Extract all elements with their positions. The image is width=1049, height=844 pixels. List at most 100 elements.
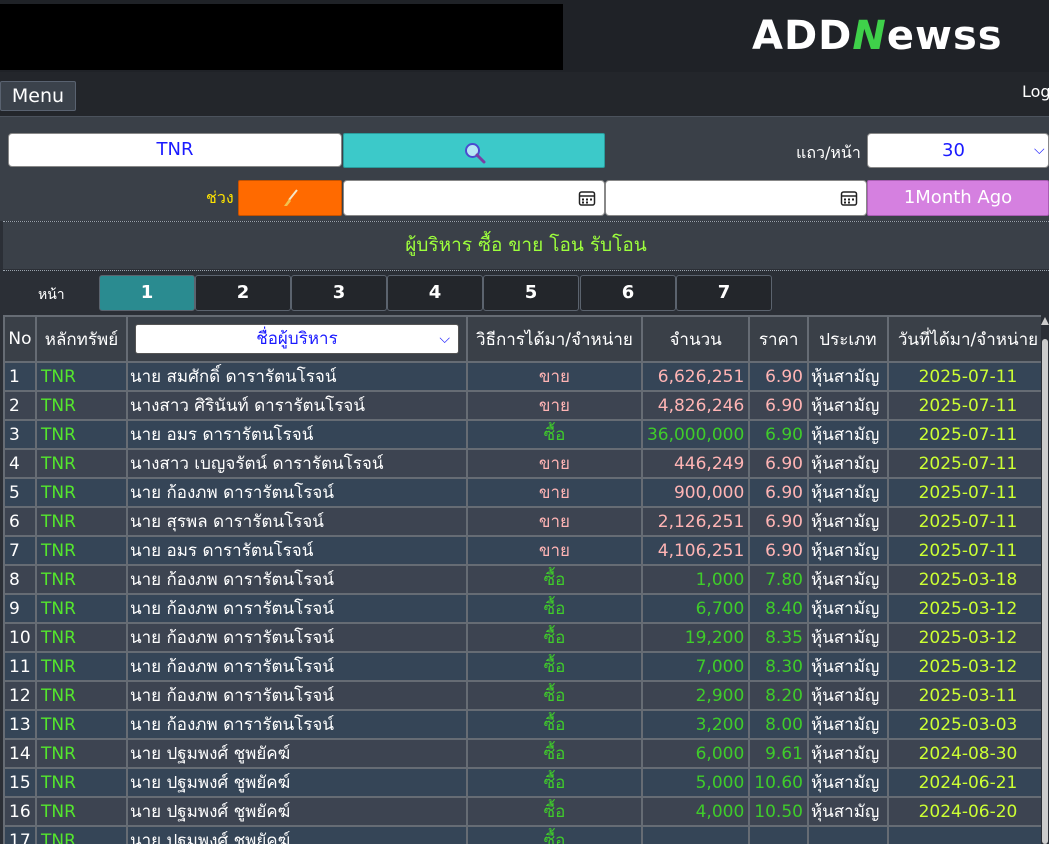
row-executive-name: นาย สุรพล ดารารัตนโรจน์: [125, 506, 468, 537]
rows-per-page-select[interactable]: 30 ⌵: [867, 133, 1049, 168]
broom-icon: [284, 189, 298, 206]
row-no: 16: [3, 796, 37, 827]
row-amount: 2,126,251: [640, 506, 751, 537]
page-button-6[interactable]: 6: [580, 275, 676, 311]
symbol-input[interactable]: TNR: [8, 133, 342, 167]
row-executive-name: นาย อมร ดารารัตนโรจน์: [125, 419, 468, 450]
table-row[interactable]: 7 TNR นาย อมร ดารารัตนโรจน์ ขาย 4,106,251 6.9…: [3, 535, 1049, 566]
row-date: 2025-07-11: [886, 535, 1049, 566]
row-symbol: TNR: [34, 535, 128, 566]
row-class: หุ้นสามัญ: [806, 680, 889, 711]
page-button-4[interactable]: 4: [387, 275, 483, 311]
table-row[interactable]: 12 TNR นาย ก้องภพ ดารารัตนโรจน์ ซื้อ 2,900 8.…: [3, 680, 1049, 711]
table-row[interactable]: 9 TNR นาย ก้องภพ ดารารัตนโรจน์ ซื้อ 6,700 8.4…: [3, 593, 1049, 624]
row-date: 2024-08-30: [886, 738, 1049, 769]
row-symbol: TNR: [34, 390, 128, 421]
row-class: หุ้นสามัญ: [806, 738, 889, 769]
row-class: หุ้นสามัญ: [806, 651, 889, 682]
chevron-down-icon: ⌵: [439, 331, 450, 347]
row-class: หุ้นสามัญ: [806, 419, 889, 450]
calendar-icon: [578, 191, 596, 206]
table-row[interactable]: 2 TNR นางสาว ศิรินันท์ ดารารัตนโรจน์ ขาย 4,8…: [3, 390, 1049, 421]
table-row[interactable]: 8 TNR นาย ก้องภพ ดารารัตนโรจน์ ซื้อ 1,000 7.8…: [3, 564, 1049, 595]
col-header-date[interactable]: วันที่ได้มา/จำหน่าย: [886, 315, 1049, 363]
row-symbol: TNR: [34, 622, 128, 653]
table-row[interactable]: 6 TNR นาย สุรพล ดารารัตนโรจน์ ขาย 2,126,251 6…: [3, 506, 1049, 537]
site-logo[interactable]: ADDNewss: [752, 10, 1003, 62]
table-row[interactable]: 4 TNR นางสาว เบญจรัตน์ ดารารัตนโรจน์ ขาย 446…: [3, 448, 1049, 479]
row-price: 8.35: [748, 622, 809, 653]
search-icon: [465, 143, 486, 164]
row-executive-name: นาย ก้องภพ ดารารัตนโรจน์: [125, 709, 468, 740]
page-button-5[interactable]: 5: [483, 275, 579, 311]
table-scrollbar[interactable]: [1041, 315, 1049, 844]
row-no: 1: [3, 361, 37, 392]
row-symbol: TNR: [34, 593, 128, 624]
row-price: 6.90: [748, 361, 809, 392]
menu-bar: Menu Log: [0, 72, 1049, 116]
table-row[interactable]: 16 TNR นาย ปฐมพงศ์ ชูพยัคฆ์ ซื้อ 4,000 10.50 ห…: [3, 796, 1049, 827]
row-amount: 1,000: [640, 564, 751, 595]
row-method: ซื้อ: [465, 680, 643, 711]
executive-filter-select[interactable]: ชื่อผู้บริหาร ⌵: [134, 324, 459, 354]
table-row[interactable]: 11 TNR นาย ก้องภพ ดารารัตนโรจน์ ซื้อ 7,000 8.…: [3, 651, 1049, 682]
row-class: หุ้นสามัญ: [806, 593, 889, 624]
row-date: 2025-07-11: [886, 448, 1049, 479]
col-header-class[interactable]: ประเภท: [806, 315, 889, 363]
date-from-input[interactable]: [343, 180, 605, 216]
row-method: ซื้อ: [465, 738, 643, 769]
row-symbol: TNR: [34, 767, 128, 798]
row-method: ซื้อ: [465, 419, 643, 450]
row-method: ซื้อ: [465, 796, 643, 827]
row-executive-name: นางสาว เบญจรัตน์ ดารารัตนโรจน์: [125, 448, 468, 479]
table-row[interactable]: 10 TNR นาย ก้องภพ ดารารัตนโรจน์ ซื้อ 19,200 8…: [3, 622, 1049, 653]
col-header-amount[interactable]: จำนวน: [640, 315, 751, 363]
row-price: 8.30: [748, 651, 809, 682]
col-header-price[interactable]: ราคา: [748, 315, 809, 363]
clear-button[interactable]: [238, 180, 342, 216]
row-class: หุ้นสามัญ: [806, 477, 889, 508]
row-date: 2025-03-11: [886, 680, 1049, 711]
table-row[interactable]: 3 TNR นาย อมร ดารารัตนโรจน์ ซื้อ 36,000,000 6…: [3, 419, 1049, 450]
table-row[interactable]: 17 TNR นาย ปฐมพงศ์ ชูพยัคฆ์ ซื้อ: [3, 825, 1049, 844]
search-button[interactable]: [343, 133, 605, 168]
scroll-up-arrow[interactable]: [1041, 317, 1049, 325]
row-class: หุ้นสามัญ: [806, 535, 889, 566]
scrollbar-thumb[interactable]: [1042, 339, 1048, 844]
filter-panel: TNR แถว/หน้า 30 ⌵ ช่วง 1Month Ago: [0, 116, 1049, 221]
page-button-7[interactable]: 7: [676, 275, 772, 311]
row-method: ซื้อ: [465, 709, 643, 740]
col-header-no[interactable]: No: [3, 315, 37, 363]
page-button-2[interactable]: 2: [195, 275, 291, 311]
row-amount: 19,200: [640, 622, 751, 653]
date-to-input[interactable]: [605, 180, 867, 216]
page-button-3[interactable]: 3: [291, 275, 387, 311]
table-row[interactable]: 14 TNR นาย ปฐมพงศ์ ชูพยัคฆ์ ซื้อ 6,000 9.61 หุ…: [3, 738, 1049, 769]
chevron-down-icon: ⌵: [1034, 142, 1045, 158]
row-price: 6.90: [748, 535, 809, 566]
page-button-1[interactable]: 1: [99, 275, 195, 311]
row-amount: 2,900: [640, 680, 751, 711]
table-row[interactable]: 15 TNR นาย ปฐมพงศ์ ชูพยัคฆ์ ซื้อ 5,000 10.60 ห…: [3, 767, 1049, 798]
row-class: หุ้นสามัญ: [806, 796, 889, 827]
row-amount: 36,000,000: [640, 419, 751, 450]
page-label: หน้า: [38, 287, 65, 303]
col-header-method[interactable]: วิธีการได้มา/จำหน่าย: [465, 315, 643, 363]
col-header-symbol[interactable]: หลักทรัพย์: [34, 315, 128, 363]
table-row[interactable]: 5 TNR นาย ก้องภพ ดารารัตนโรจน์ ขาย 900,000 6.…: [3, 477, 1049, 508]
row-no: 9: [3, 593, 37, 624]
row-class: หุ้นสามัญ: [806, 622, 889, 653]
row-class: หุ้นสามัญ: [806, 448, 889, 479]
row-class: หุ้นสามัญ: [806, 767, 889, 798]
one-month-ago-button[interactable]: 1Month Ago: [867, 180, 1049, 216]
row-class: หุ้นสามัญ: [806, 506, 889, 537]
row-amount: 900,000: [640, 477, 751, 508]
row-class: หุ้นสามัญ: [806, 709, 889, 740]
row-amount: 6,000: [640, 738, 751, 769]
table-row[interactable]: 13 TNR นาย ก้องภพ ดารารัตนโรจน์ ซื้อ 3,200 8.…: [3, 709, 1049, 740]
login-link[interactable]: Log: [1022, 82, 1049, 101]
menu-button[interactable]: Menu: [0, 81, 76, 111]
ad-banner: [0, 4, 563, 70]
rows-per-page-value: 30: [942, 140, 965, 161]
table-row[interactable]: 1 TNR นาย สมศักดิ์ ดารารัตนโรจน์ ขาย 6,626,2…: [3, 361, 1049, 392]
